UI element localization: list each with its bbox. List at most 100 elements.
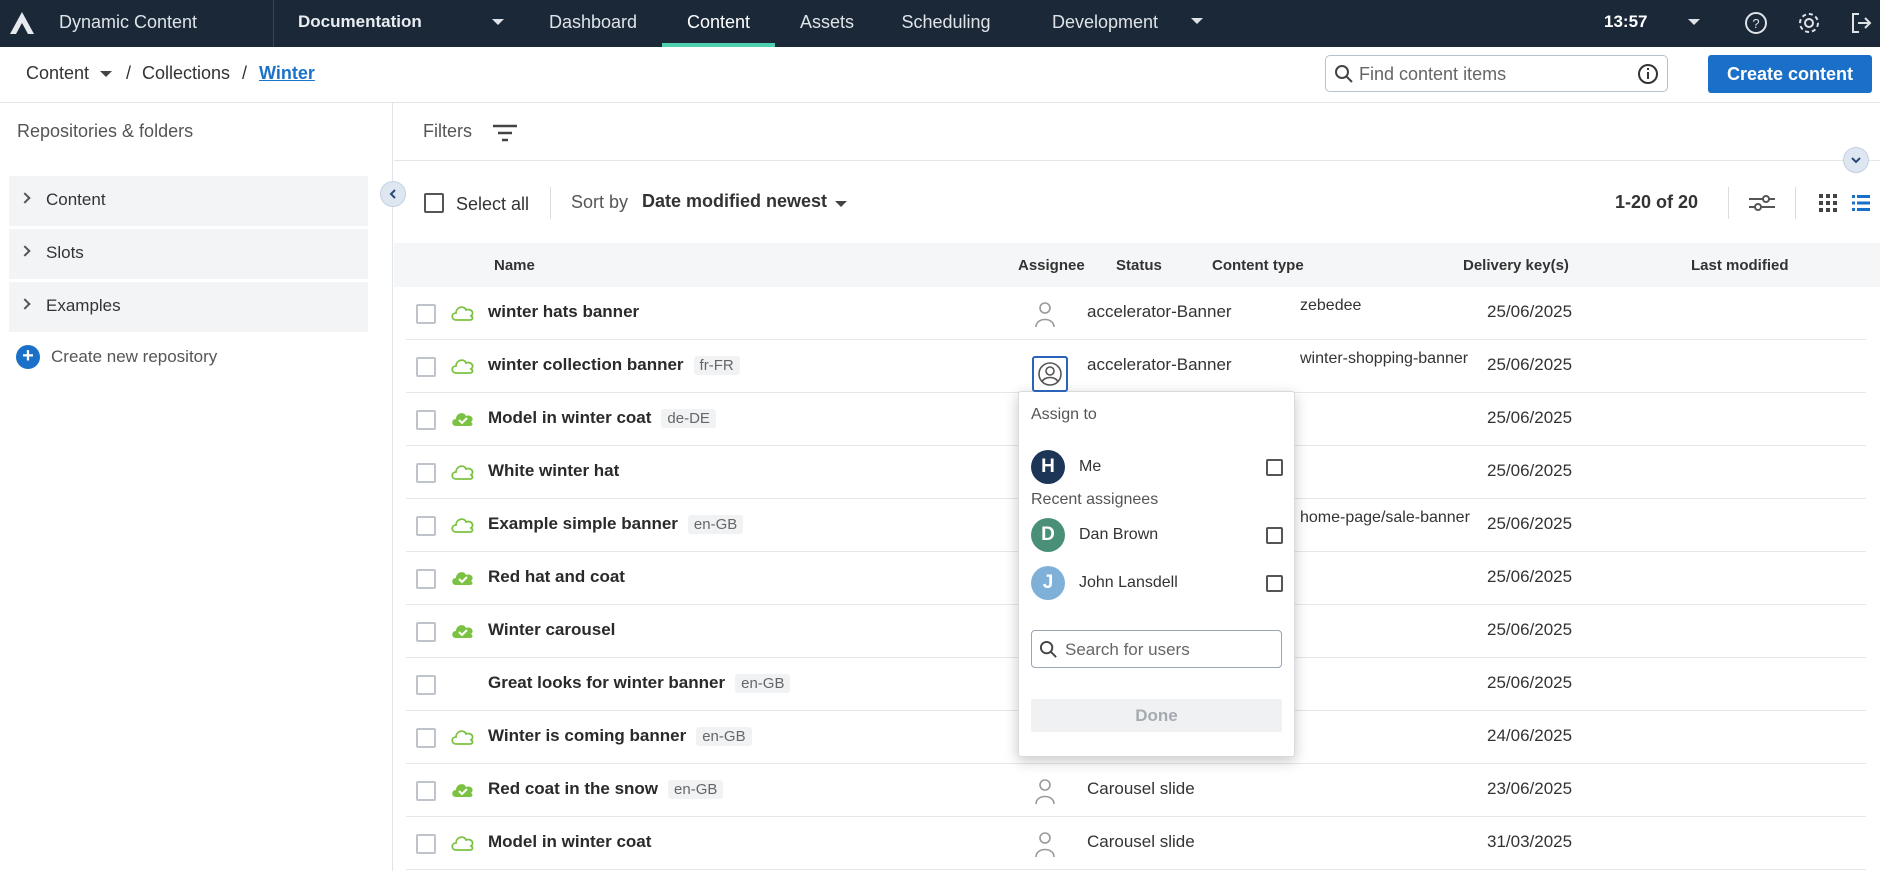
last-modified: 23/06/2025 [1487,779,1573,798]
logout-icon[interactable] [1848,10,1874,36]
item-name-link[interactable]: Model in winter coat [488,832,651,852]
row-checkbox[interactable] [416,516,436,536]
row-checkbox[interactable] [416,834,436,854]
cloud-check-icon [452,572,473,585]
row-checkbox[interactable] [416,304,436,324]
tab-development[interactable]: Development [1029,0,1181,47]
item-name-link[interactable]: Winter carousel [488,620,615,640]
table-row[interactable]: winter hats banner accelerator-Banner zebe… [406,287,1866,340]
column-header-content-type[interactable]: Content type [1212,257,1304,274]
item-name: winter collection banner [488,355,684,374]
time-chevron-down-icon[interactable] [1688,19,1700,25]
hub-selector[interactable]: Documentation [298,12,422,32]
search-icon [1335,65,1353,83]
select-all-label[interactable]: Select all [456,194,529,215]
filter-icon[interactable] [492,123,518,143]
hub-chevron-down-icon[interactable] [492,19,504,25]
row-checkbox[interactable] [416,410,436,430]
breadcrumb-current[interactable]: Winter [259,63,315,84]
table-row[interactable]: winter collection banner fr-FR accelerator… [406,340,1866,393]
amplience-logo-icon[interactable] [8,10,36,36]
content-type: Carousel slide [1087,832,1195,851]
last-modified: 25/06/2025 [1487,302,1573,321]
column-settings-icon[interactable] [1748,191,1776,215]
search-input[interactable]: Find content items [1325,55,1668,92]
column-header-status[interactable]: Status [1116,257,1162,274]
breadcrumb-collections[interactable]: Collections [142,63,230,84]
table-row[interactable]: Red coat in the snow en-GB Carousel slide 2… [406,764,1866,817]
row-checkbox[interactable] [416,463,436,483]
unassigned-user-icon[interactable] [1033,830,1057,858]
tab-content[interactable]: Content [662,0,775,47]
breadcrumb-separator: / [242,63,248,83]
more-tabs-chevron-down-icon[interactable] [1191,18,1203,24]
collapse-sidebar-button[interactable] [380,181,406,207]
item-name: Winter is coming banner [488,726,687,745]
table-header: Name Assignee Status Content type Delive… [394,243,1880,287]
row-checkbox[interactable] [416,675,436,695]
select-all-checkbox[interactable] [424,193,444,213]
sort-chevron-down-icon[interactable] [835,201,847,207]
breadcrumb-separator: / [126,63,132,83]
search-icon [1039,640,1057,658]
done-button[interactable]: Done [1031,699,1282,732]
delivery-key: zebedee [1300,297,1362,314]
table-row[interactable]: Model in winter coat Carousel slide 31/03/… [406,817,1866,870]
item-name-link[interactable]: Example simple banner en-GB [488,514,744,534]
row-checkbox[interactable] [416,781,436,801]
filters-toggle[interactable]: Filters [423,121,472,142]
assignee-button-active[interactable] [1032,356,1068,392]
avatar: H [1031,450,1065,484]
last-modified: 25/06/2025 [1487,514,1573,533]
info-icon[interactable] [1637,63,1659,85]
user-search-input[interactable]: Search for users [1031,630,1282,668]
item-name-link[interactable]: winter collection banner fr-FR [488,355,740,375]
create-content-button[interactable]: Create content [1708,55,1872,93]
unassigned-user-icon[interactable] [1033,300,1057,328]
column-header-name[interactable]: Name [494,257,535,274]
column-header-delivery-keys[interactable]: Delivery key(s) [1463,257,1569,274]
item-name: Red coat in the snow [488,779,659,798]
assignee-dan-brown-checkbox[interactable] [1266,527,1283,544]
list-view-icon[interactable] [1852,194,1870,212]
content-type: accelerator-Banner [1087,302,1232,321]
sidebar-item-examples[interactable]: Examples [9,282,368,332]
help-icon[interactable]: ? [1743,10,1769,36]
column-header-last-modified[interactable]: Last modified [1691,257,1789,274]
tab-scheduling[interactable]: Scheduling [886,0,1006,47]
item-name-link[interactable]: Model in winter coat de-DE [488,408,716,428]
tab-dashboard[interactable]: Dashboard [537,0,649,47]
item-name-link[interactable]: Red hat and coat [488,567,625,587]
item-name-link[interactable]: Red coat in the snow en-GB [488,779,724,799]
grid-view-icon[interactable] [1819,194,1837,212]
row-checkbox[interactable] [416,622,436,642]
sort-select[interactable]: Date modified newest [642,191,827,212]
row-checkbox[interactable] [416,569,436,589]
row-checkbox[interactable] [416,728,436,748]
item-name-link[interactable]: White winter hat [488,461,619,481]
assignee-me-checkbox[interactable] [1266,459,1283,476]
column-header-assignee[interactable]: Assignee [1018,257,1085,274]
tab-assets[interactable]: Assets [788,0,866,47]
breadcrumb-chevron-down-icon[interactable] [100,71,112,77]
item-name: Winter carousel [488,620,616,639]
top-nav-bar: Dynamic Content Documentation Dashboard … [0,0,1880,47]
item-name-link[interactable]: winter hats banner [488,302,639,322]
gear-icon[interactable] [1796,10,1822,36]
user-search-placeholder: Search for users [1065,640,1190,659]
expand-filters-button[interactable] [1843,147,1869,173]
row-checkbox[interactable] [416,357,436,377]
locale-badge: en-GB [735,674,791,693]
chevron-right-icon[interactable] [19,245,31,257]
chevron-left-icon [389,189,396,199]
last-modified: 25/06/2025 [1487,355,1573,374]
item-name-link[interactable]: Great looks for winter banner en-GB [488,673,791,693]
chevron-right-icon[interactable] [19,192,31,204]
item-name-link[interactable]: Winter is coming banner en-GB [488,726,752,746]
breadcrumb-content[interactable]: Content [26,63,89,84]
assignee-john-lansdell-checkbox[interactable] [1266,575,1283,592]
sidebar-item-content[interactable]: Content [9,176,368,226]
unassigned-user-icon[interactable] [1033,777,1057,805]
chevron-right-icon[interactable] [19,298,31,310]
sidebar-item-slots[interactable]: Slots [9,229,368,279]
